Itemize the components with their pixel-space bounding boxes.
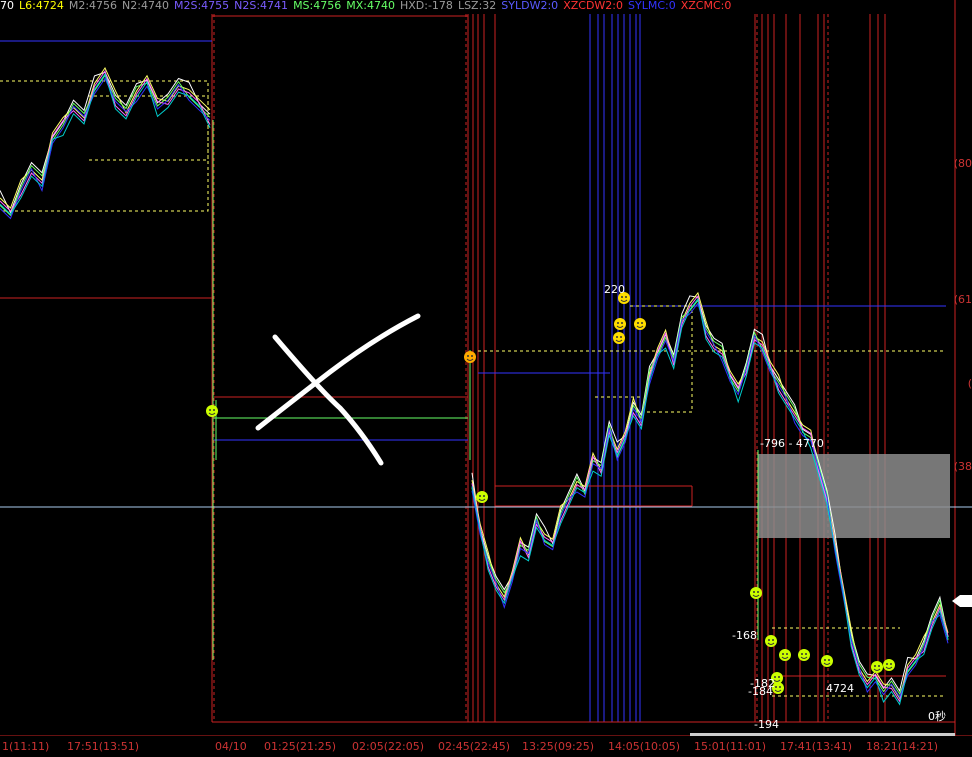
range-highlight-box <box>758 454 950 538</box>
smiley-icon <box>206 405 218 417</box>
timer-label: 0秒 <box>928 710 946 723</box>
time-tick: 14:05(10:05) <box>608 740 680 753</box>
smiley-icon <box>634 318 646 330</box>
price-series <box>0 66 949 706</box>
time-tick: 1(11:11) <box>2 740 50 753</box>
blue-pillars <box>589 14 641 722</box>
smiley-icon <box>871 661 883 673</box>
smiley-icon <box>765 635 777 647</box>
dashed-separators <box>213 14 829 722</box>
right-axis-label: (38 <box>953 460 972 473</box>
smiley-icon <box>750 587 762 599</box>
time-tick: 15:01(11:01) <box>694 740 766 753</box>
time-tick: 17:41(13:41) <box>780 740 852 753</box>
hand-drawn-x-mark <box>255 313 421 466</box>
value-label: -194 <box>754 718 779 731</box>
range-label: -796 - 4770 <box>760 437 824 450</box>
time-tick: 01:25(21:25) <box>264 740 336 753</box>
time-tick: 02:45(22:45) <box>438 740 510 753</box>
smiley-icon <box>821 655 833 667</box>
series-line <box>0 73 211 215</box>
right-axis-label: ( <box>967 377 972 390</box>
smiley-icon <box>464 351 476 363</box>
smiley-icon <box>798 649 810 661</box>
right-axis-label: (61 <box>953 293 972 306</box>
time-axis: 1(11:11) 17:51(13:51) 04/10 01:25(21:25)… <box>0 736 972 757</box>
smiley-icon <box>614 318 626 330</box>
time-tick: 13:25(09:25) <box>522 740 594 753</box>
peak-label: 220 <box>604 283 625 296</box>
price-chart[interactable] <box>0 0 972 736</box>
time-tick: 18:21(14:21) <box>866 740 938 753</box>
series-line <box>0 71 211 214</box>
smiley-icon <box>883 659 895 671</box>
price-spikes <box>212 120 759 660</box>
smiley-icon <box>476 491 488 503</box>
price-label: 4724 <box>826 682 854 695</box>
value-label: -168 <box>732 629 757 642</box>
time-tick: 04/10 <box>215 740 247 753</box>
session-separators <box>211 14 886 722</box>
value-label: -184 <box>748 685 773 698</box>
time-tick: 17:51(13:51) <box>67 740 139 753</box>
right-axis-label: (80 <box>953 157 972 170</box>
series-line <box>0 77 211 220</box>
smiley-icon <box>613 332 625 344</box>
smiley-icon <box>779 649 791 661</box>
time-tick: 02:05(22:05) <box>352 740 424 753</box>
